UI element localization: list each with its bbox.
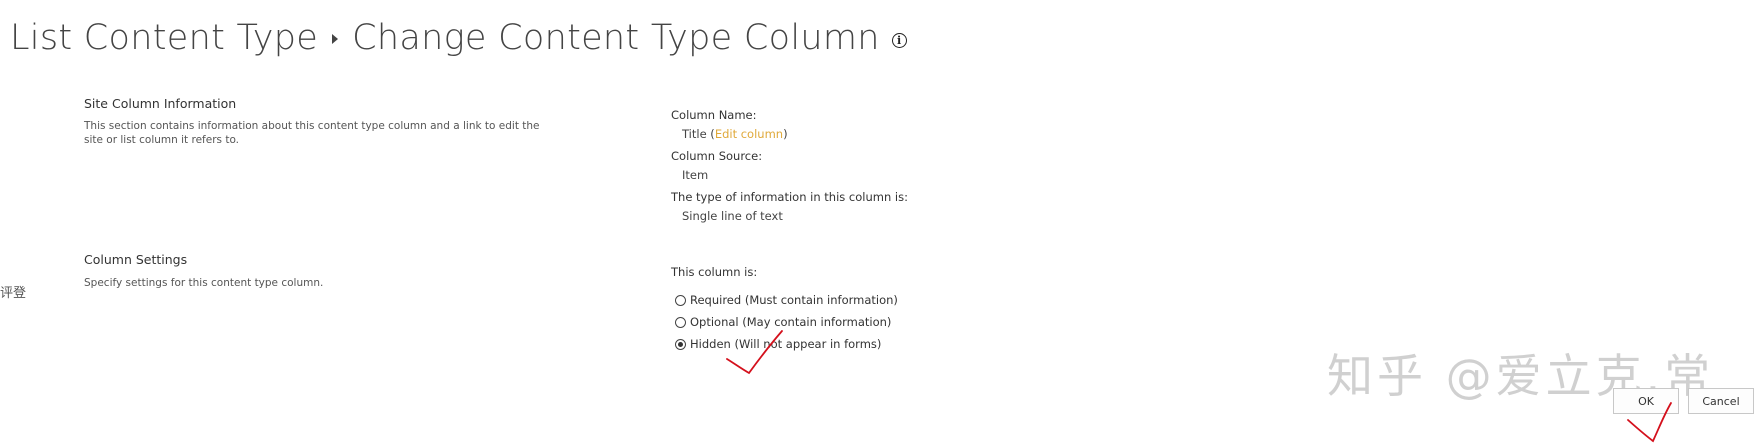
radio-hidden[interactable]: Hidden (Will not appear in forms) bbox=[675, 337, 881, 351]
column-type-value: Single line of text bbox=[682, 209, 783, 223]
column-name-label: Column Name: bbox=[671, 108, 757, 122]
cancel-button[interactable]: Cancel bbox=[1688, 388, 1754, 414]
column-name-value: Title (Edit column) bbox=[682, 127, 788, 141]
radio-required[interactable]: Required (Must contain information) bbox=[675, 293, 898, 307]
radio-label: Optional (May contain information) bbox=[690, 315, 892, 329]
left-edge-text: 评登 bbox=[0, 286, 27, 301]
breadcrumb-chevron-icon bbox=[332, 34, 339, 44]
column-source-value: Item bbox=[682, 168, 709, 182]
edit-column-link[interactable]: Edit column bbox=[715, 127, 783, 141]
info-icon[interactable]: i bbox=[891, 32, 907, 48]
radio-optional[interactable]: Optional (May contain information) bbox=[675, 315, 891, 329]
radio-label: Hidden (Will not appear in forms) bbox=[690, 337, 882, 351]
red-checkmark-annotations bbox=[726, 330, 1672, 443]
column-type-label: The type of information in this column i… bbox=[671, 190, 908, 204]
breadcrumb-parent[interactable]: List Content Type bbox=[10, 18, 318, 58]
column-name-text: Title bbox=[682, 127, 707, 141]
column-settings-title: Column Settings bbox=[84, 252, 188, 267]
page-title-text: Change Content Type Column bbox=[352, 18, 880, 58]
column-settings-description: Specify settings for this content type c… bbox=[84, 277, 324, 289]
ok-button[interactable]: OK bbox=[1613, 388, 1679, 414]
site-column-info-description: This section contains information about … bbox=[84, 120, 540, 146]
radio-button[interactable] bbox=[675, 294, 686, 306]
site-column-info-title: Site Column Information bbox=[84, 96, 237, 111]
column-source-label: Column Source: bbox=[671, 149, 763, 163]
column-status-label: This column is: bbox=[671, 265, 758, 279]
page-title: List Content Type Change Content Type Co… bbox=[10, 18, 907, 58]
radio-button[interactable] bbox=[675, 316, 686, 328]
radio-button[interactable] bbox=[675, 338, 686, 350]
radio-label: Required (Must contain information) bbox=[690, 293, 898, 307]
